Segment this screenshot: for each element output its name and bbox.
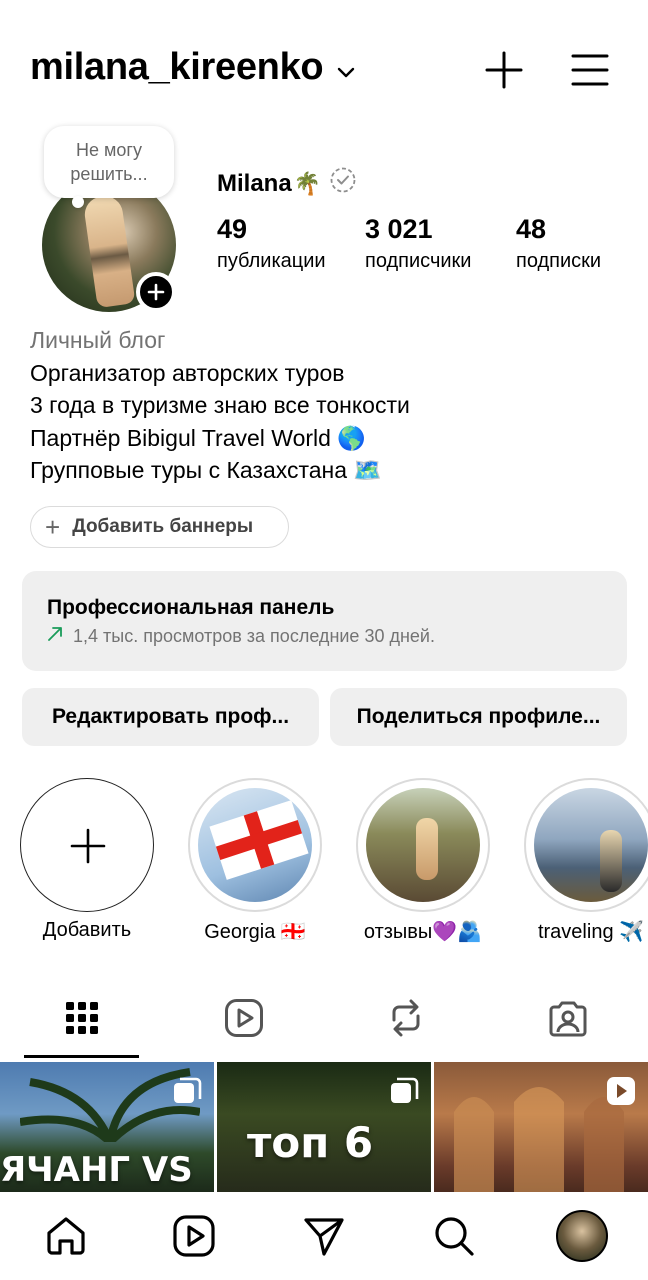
person-image — [600, 830, 622, 892]
stat-value: 48 — [516, 214, 547, 244]
post-caption: топ 6 — [247, 1118, 374, 1167]
stat-value: 49 — [217, 214, 248, 244]
add-banners-button[interactable]: + Добавить баннеры — [30, 506, 289, 548]
highlight-add[interactable]: Добавить — [20, 778, 154, 942]
stat-label: подписчики — [365, 250, 472, 272]
palm-emoji: 🌴 — [293, 170, 322, 196]
person-image — [416, 818, 438, 880]
stat-label: подписки — [516, 250, 602, 272]
home-icon[interactable] — [44, 1214, 88, 1258]
chevron-down-icon — [337, 46, 355, 89]
post-thumbnail[interactable] — [434, 1062, 648, 1192]
posts-grid: ЯЧАНГ VS топ 6 — [0, 1062, 648, 1192]
tagged-icon — [549, 1001, 586, 1037]
stat-following[interactable]: 48 подписки — [516, 212, 601, 276]
highlight-ring — [20, 778, 154, 912]
username: milana_kireenko — [30, 46, 324, 88]
bottom-navigation — [0, 1192, 648, 1280]
reels-icon[interactable] — [172, 1214, 216, 1258]
note-text: Не могу решить... — [70, 140, 148, 184]
direct-icon[interactable] — [302, 1214, 346, 1258]
add-story-button[interactable] — [136, 272, 176, 312]
plus-icon — [70, 828, 106, 864]
highlight-traveling[interactable]: traveling ✈️ — [524, 778, 648, 944]
post-caption: ЯЧАНГ VS — [0, 1150, 193, 1190]
note-tail — [72, 196, 84, 208]
stat-value: 3 021 — [365, 214, 433, 244]
reel-icon — [606, 1076, 636, 1111]
top-bar: milana_kireenko — [0, 40, 648, 100]
verified-badge-icon[interactable] — [329, 166, 357, 201]
tab-posts-grid[interactable] — [24, 990, 139, 1046]
add-banners-label: Добавить баннеры — [72, 516, 254, 537]
carousel-icon — [172, 1076, 202, 1111]
highlight-label: Добавить — [42, 919, 132, 941]
edit-profile-button[interactable]: Редактировать проф... — [22, 688, 319, 746]
grid-icon — [65, 1002, 98, 1034]
highlight-cover — [366, 788, 480, 902]
bio: Личный блог Организатор авторских туров … — [30, 324, 410, 487]
highlight-georgia[interactable]: Georgia 🇬🇪 — [188, 778, 322, 944]
account-switcher[interactable]: milana_kireenko — [30, 46, 355, 89]
full-name-text: Milana — [217, 169, 292, 197]
carousel-icon — [389, 1076, 419, 1111]
dashboard-subtitle: 1,4 тыс. просмотров за последние 30 дней… — [47, 623, 627, 649]
stat-followers[interactable]: 3 021 подписчики — [365, 212, 471, 276]
bio-line: Партнёр Bibigul Travel World 🌎 — [30, 424, 366, 451]
stat-label: публикации — [217, 250, 326, 272]
bio-line: 3 года в туризме знаю все тонкости — [30, 392, 410, 418]
tab-reels[interactable] — [186, 990, 301, 1046]
stat-posts[interactable]: 49 публикации — [217, 212, 326, 276]
bio-line: Групповые туры с Казахстана 🗺️ — [30, 457, 383, 483]
dashboard-stats-text: 1,4 тыс. просмотров за последние 30 дней… — [73, 626, 435, 646]
trend-up-icon — [47, 623, 63, 649]
highlight-ring — [356, 778, 490, 912]
bio-category: Личный блог — [30, 327, 166, 353]
tab-reposts[interactable] — [348, 990, 463, 1046]
reposts-icon — [392, 999, 419, 1037]
highlight-cover — [198, 788, 312, 902]
dashboard-title: Профессиональная панель — [47, 596, 335, 619]
professional-dashboard[interactable]: Профессиональная панель 1,4 тыс. просмот… — [22, 571, 627, 671]
plus-icon: + — [45, 512, 61, 542]
plus-icon[interactable] — [484, 50, 524, 90]
highlight-label: traveling ✈️ — [537, 921, 645, 943]
reels-icon — [224, 999, 263, 1037]
bio-line: Организатор авторских туров — [30, 359, 345, 386]
highlight-cover — [534, 788, 648, 902]
search-icon[interactable] — [432, 1214, 476, 1258]
georgia-flag-image — [209, 800, 309, 880]
highlight-label: Georgia 🇬🇪 — [204, 921, 306, 943]
highlight-ring — [188, 778, 322, 912]
post-thumbnail[interactable]: топ 6 — [217, 1062, 431, 1192]
avatar-photo — [82, 193, 136, 309]
share-profile-button[interactable]: Поделиться профиле... — [330, 688, 627, 746]
tab-tagged[interactable] — [510, 990, 625, 1046]
profile-avatar[interactable] — [556, 1210, 608, 1262]
active-tab-indicator — [24, 1055, 139, 1058]
profile-tabs — [0, 990, 648, 1058]
highlight-reviews[interactable]: отзывы💜🫂 — [356, 778, 490, 944]
highlight-label: отзывы💜🫂 — [363, 921, 483, 943]
post-thumbnail[interactable]: ЯЧАНГ VS — [0, 1062, 214, 1192]
full-name: Milana 🌴 — [217, 166, 357, 201]
menu-icon[interactable] — [570, 50, 610, 90]
profile-note[interactable]: Не могу решить... — [44, 126, 174, 198]
highlight-ring — [524, 778, 648, 912]
